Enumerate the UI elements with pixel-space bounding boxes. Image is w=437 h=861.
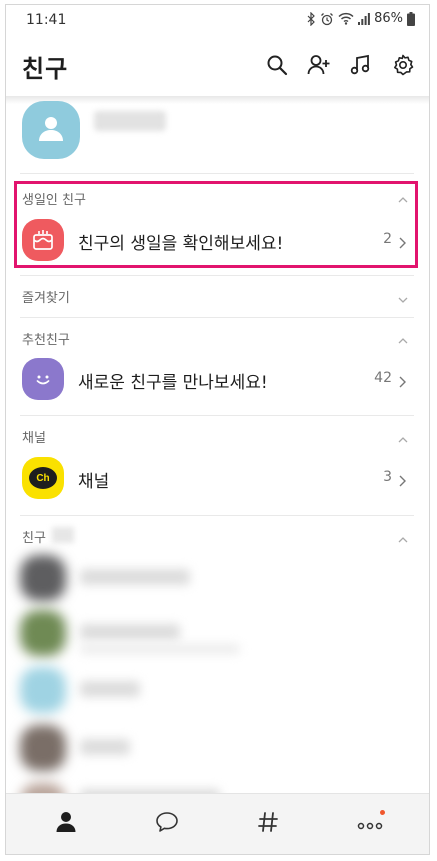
battery-icon <box>407 11 415 26</box>
collapse-chevron-up-icon[interactable] <box>397 431 409 443</box>
default-profile-icon <box>36 113 66 147</box>
add-friend-icon <box>307 54 331 80</box>
recommended-row-label: 새로운 친구를 만나보세요! <box>78 373 268 393</box>
my-profile-row[interactable] <box>22 101 402 161</box>
channel-count: 3 <box>383 469 392 485</box>
music-button[interactable] <box>347 53 375 81</box>
status-indicators: 86% <box>306 11 415 26</box>
divider <box>20 317 414 318</box>
friend-name-blurred <box>80 739 130 755</box>
friend-name-blurred <box>80 624 180 640</box>
search-button[interactable] <box>263 53 291 81</box>
friend-avatar[interactable] <box>20 555 66 601</box>
tab-chats[interactable] <box>151 808 183 840</box>
alarm-icon <box>320 12 334 26</box>
music-icon <box>350 54 372 80</box>
channel-row[interactable]: Ch 채널 3 <box>20 455 414 501</box>
friend-avatar[interactable] <box>20 725 66 771</box>
tab-friends[interactable] <box>50 808 82 840</box>
friend-avatar[interactable] <box>20 667 66 713</box>
tab-more[interactable] <box>355 808 387 840</box>
chevron-right-icon <box>398 472 406 491</box>
chevron-right-icon <box>398 373 406 392</box>
settings-icon <box>392 54 414 80</box>
status-time: 11:41 <box>26 12 67 28</box>
divider <box>20 275 414 276</box>
my-name-blurred <box>94 111 166 131</box>
recommended-count: 42 <box>374 370 392 386</box>
my-avatar[interactable] <box>22 101 80 159</box>
friends-list[interactable]: 생일인 친구 친구의 생일을 확인해보세요! 2 즐겨찾기 추천친구 새로운 친… <box>6 97 429 797</box>
collapse-chevron-up-icon[interactable] <box>397 332 409 344</box>
friend-row[interactable] <box>20 725 414 775</box>
divider <box>20 173 414 174</box>
more-tab-icon <box>357 815 385 834</box>
tab-view[interactable] <box>252 808 284 840</box>
notification-dot <box>380 810 385 815</box>
divider <box>20 415 414 416</box>
collapse-chevron-up-icon[interactable] <box>397 531 409 543</box>
smiley-icon <box>22 358 64 400</box>
highlight-box <box>14 181 418 268</box>
channel-logo-text: Ch <box>29 467 57 489</box>
bottom-tab-bar <box>6 793 429 854</box>
friend-count-blurred <box>52 527 74 543</box>
page-title: 친구 <box>22 55 69 83</box>
hashtag-tab-icon <box>257 811 279 837</box>
channel-row-label: 채널 <box>78 472 110 492</box>
friend-row[interactable] <box>20 610 414 660</box>
expand-chevron-down-icon[interactable] <box>397 291 409 303</box>
section-title-recommended: 추천친구 <box>22 333 70 348</box>
friend-row[interactable] <box>20 555 414 605</box>
section-title-friends: 친구 <box>22 531 46 546</box>
friend-avatar[interactable] <box>20 610 66 656</box>
bluetooth-icon <box>306 11 316 26</box>
friend-name-blurred <box>80 681 140 697</box>
friend-name-blurred <box>80 569 190 585</box>
friend-row[interactable] <box>20 667 414 717</box>
signal-icon <box>358 12 370 25</box>
channel-logo-icon: Ch <box>22 457 64 499</box>
app-window: 11:41 86% 친구 생일인 친구 친구의 생일을 확인해보세요! 2 즐겨… <box>5 4 430 855</box>
friend-status-blurred <box>80 644 240 654</box>
app-header: 친구 <box>6 35 429 97</box>
chat-tab-icon <box>155 811 179 837</box>
wifi-icon <box>338 12 354 25</box>
section-title-channel: 채널 <box>22 431 46 446</box>
recommended-row[interactable]: 새로운 친구를 만나보세요! 42 <box>20 356 414 402</box>
settings-button[interactable] <box>389 53 417 81</box>
header-actions <box>263 53 417 81</box>
search-icon <box>266 54 288 80</box>
status-bar: 11:41 86% <box>6 5 429 35</box>
divider <box>20 515 414 516</box>
friends-tab-icon <box>55 811 77 837</box>
section-title-favorites: 즐겨찾기 <box>22 291 70 306</box>
battery-percent: 86% <box>374 11 403 26</box>
add-friend-button[interactable] <box>305 53 333 81</box>
